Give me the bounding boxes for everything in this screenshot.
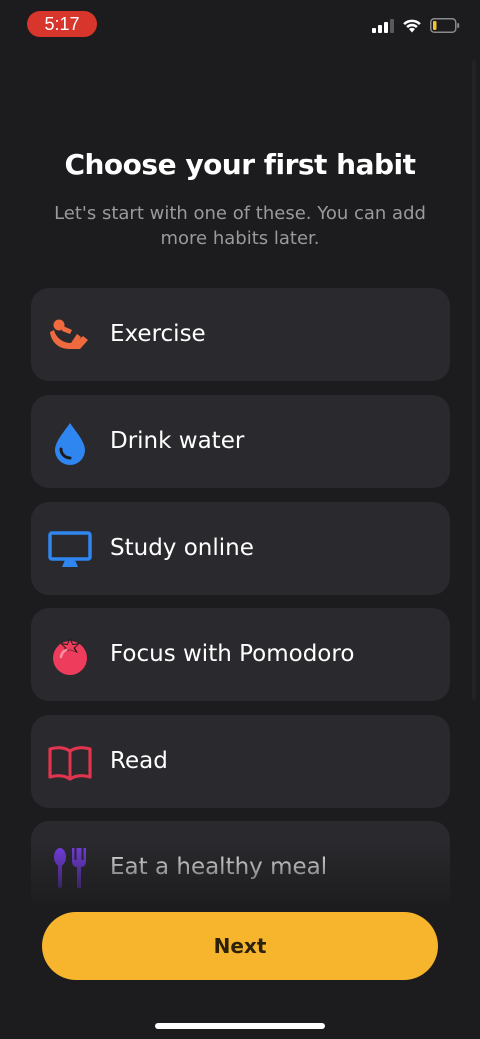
next-button[interactable]: Next — [42, 912, 438, 980]
status-bar: 5:17 — [0, 0, 480, 50]
book-icon — [47, 739, 93, 785]
wifi-icon — [402, 18, 422, 37]
habit-option-healthy-meal[interactable]: Eat a healthy meal — [31, 821, 450, 906]
water-drop-icon — [47, 419, 93, 465]
status-icons — [372, 17, 460, 37]
habit-option-exercise[interactable]: Exercise — [31, 288, 450, 381]
utensils-icon — [47, 845, 93, 891]
habit-option-focus-pomodoro[interactable]: Focus with Pomodoro — [31, 608, 450, 701]
page-subtitle: Let's start with one of these. You can a… — [54, 203, 426, 249]
habit-option-study-online[interactable]: Study online — [31, 502, 450, 595]
habit-option-drink-water[interactable]: Drink water — [31, 395, 450, 488]
habit-label: Drink water — [110, 428, 245, 454]
habit-label: Study online — [110, 535, 254, 561]
exercise-icon — [47, 312, 93, 358]
cellular-signal-icon — [372, 18, 394, 37]
habit-label: Read — [110, 748, 168, 774]
habit-label: Eat a healthy meal — [110, 854, 328, 880]
tomato-icon — [47, 632, 93, 678]
habit-list: Exercise Drink water Study online Focus … — [31, 288, 450, 906]
habit-option-read[interactable]: Read — [31, 715, 450, 808]
habit-label: Focus with Pomodoro — [110, 641, 355, 667]
onboarding-screen: 5:17 Choose your first habit Let's start… — [0, 0, 480, 1039]
monitor-icon — [47, 526, 93, 572]
page-title: Choose your first habit — [64, 148, 416, 181]
battery-low-icon — [430, 17, 460, 37]
habit-label: Exercise — [110, 321, 206, 347]
home-indicator[interactable] — [155, 1023, 325, 1029]
status-time: 5:17 — [27, 11, 97, 37]
